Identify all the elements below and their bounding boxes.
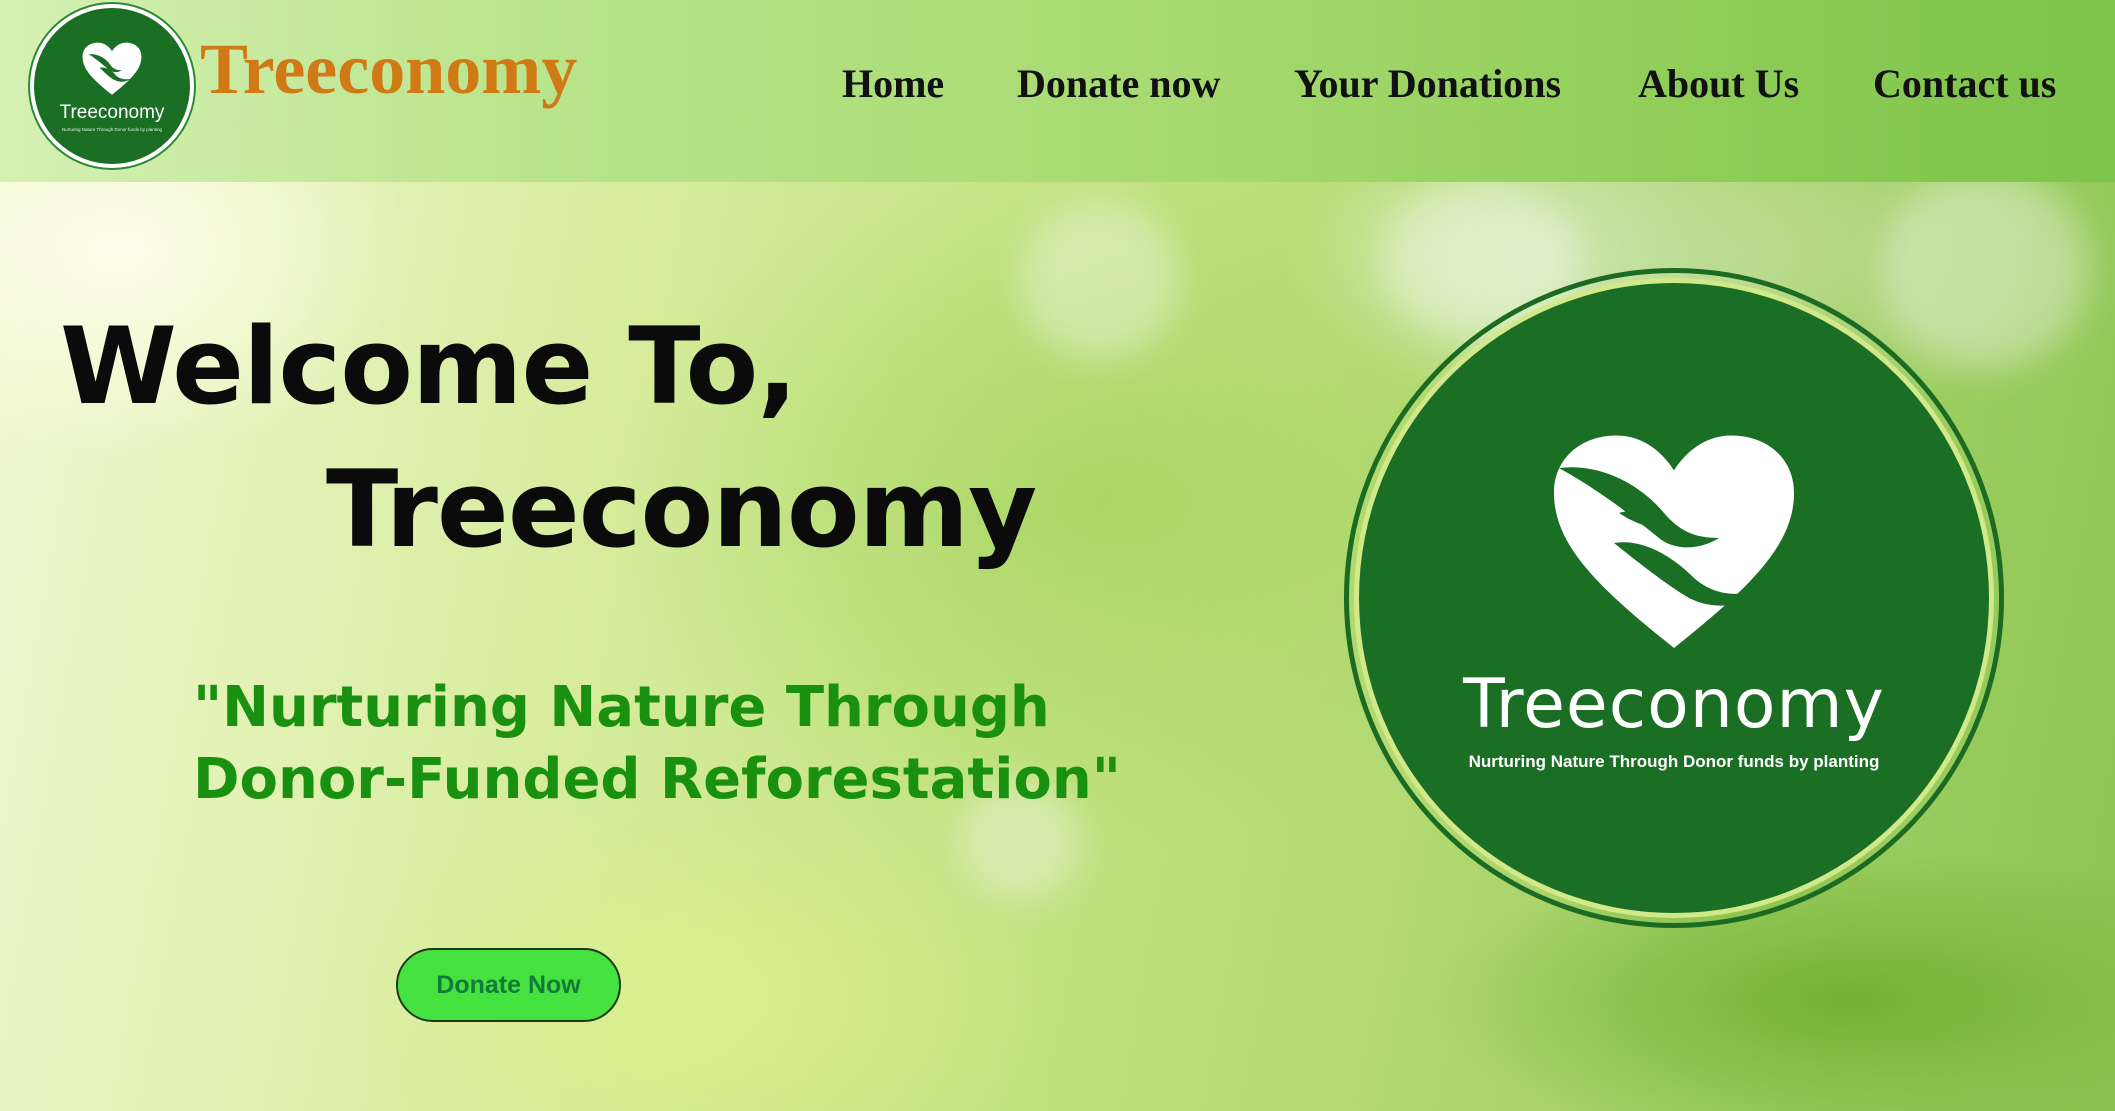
site-header: Treeconomy Nurturing Nature Through Dono… bbox=[0, 0, 2115, 182]
hero-tagline-line2: Donor-Funded Reforestation" bbox=[193, 747, 1121, 812]
donate-now-button[interactable]: Donate Now bbox=[396, 948, 621, 1022]
nav-home[interactable]: Home bbox=[842, 60, 944, 107]
hero-logo-name: Treeconomy bbox=[1463, 665, 1885, 744]
background-bokeh bbox=[1020, 200, 1180, 360]
hero-logo-badge: Treeconomy Nurturing Nature Through Dono… bbox=[1359, 283, 1989, 913]
nav-contact-us[interactable]: Contact us bbox=[1873, 60, 2056, 107]
hero-tagline: "Nurturing Nature Through Donor-Funded R… bbox=[193, 672, 1173, 816]
nav-donate-now[interactable]: Donate now bbox=[1017, 60, 1220, 107]
hero-tagline-line1: "Nurturing Nature Through bbox=[193, 675, 1050, 740]
welcome-brand-heading: Treeconomy bbox=[326, 448, 1037, 571]
welcome-heading: Welcome To, bbox=[60, 305, 798, 428]
hero-logo: Treeconomy Nurturing Nature Through Dono… bbox=[1344, 268, 2004, 928]
nav-about-us[interactable]: About Us bbox=[1638, 60, 1799, 107]
nav-your-donations[interactable]: Your Donations bbox=[1294, 60, 1561, 107]
header-logo-tagline: Nurturing Nature Through Donor funds by … bbox=[62, 127, 162, 132]
hero-logo-tagline: Nurturing Nature Through Donor funds by … bbox=[1468, 752, 1880, 771]
heart-hands-icon bbox=[1554, 435, 1794, 648]
main-nav: Home Donate now Your Donations About Us … bbox=[0, 60, 2115, 120]
background-bokeh bbox=[1880, 170, 2090, 370]
